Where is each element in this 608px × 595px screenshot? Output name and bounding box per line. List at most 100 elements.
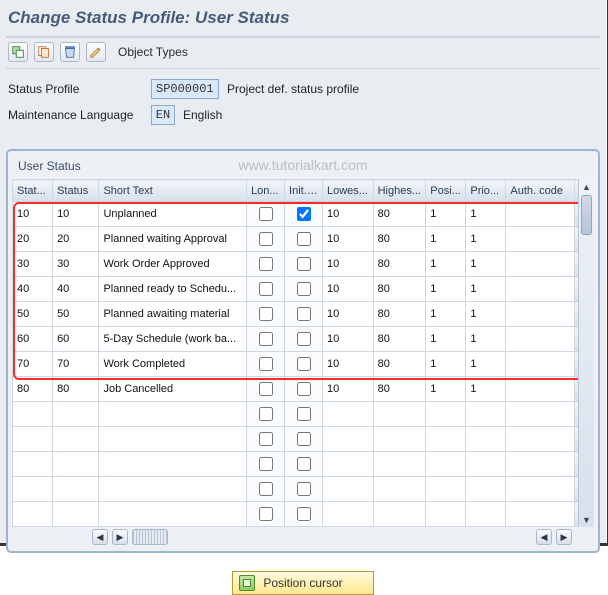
col-priority[interactable]: Prio... [466, 180, 506, 202]
table-cell[interactable]: 1 [466, 227, 506, 252]
table-cell[interactable] [373, 502, 426, 527]
table-cell[interactable]: 1 [466, 252, 506, 277]
long-text-checkbox[interactable] [259, 482, 273, 496]
initial-status-checkbox[interactable] [297, 357, 311, 371]
hscroll-right-2[interactable]: ▶ [556, 529, 572, 545]
table-cell[interactable] [466, 452, 506, 477]
table-cell[interactable]: Unplanned [99, 202, 247, 227]
table-cell[interactable] [373, 427, 426, 452]
table-cell[interactable] [506, 377, 575, 402]
table-cell[interactable]: Job Cancelled [99, 377, 247, 402]
col-statnr[interactable]: Stat... [13, 180, 53, 202]
position-cursor-button[interactable]: Position cursor [232, 571, 373, 595]
table-cell[interactable]: 1 [426, 327, 466, 352]
table-cell[interactable]: 1 [466, 202, 506, 227]
table-cell[interactable]: 10 [322, 277, 373, 302]
table-cell[interactable] [285, 477, 323, 502]
initial-status-checkbox[interactable] [297, 307, 311, 321]
table-cell[interactable]: Work Order Approved [99, 252, 247, 277]
col-status[interactable]: Status [53, 180, 99, 202]
table-cell[interactable]: 10 [322, 227, 373, 252]
table-cell[interactable] [285, 302, 323, 327]
table-cell[interactable] [247, 327, 285, 352]
table-cell[interactable]: 1 [466, 327, 506, 352]
table-cell[interactable] [506, 352, 575, 377]
table-cell[interactable]: 80 [373, 227, 426, 252]
table-cell[interactable] [506, 452, 575, 477]
table-cell[interactable]: 60 [13, 327, 53, 352]
scroll-up-arrow[interactable]: ▲ [579, 179, 594, 194]
table-row[interactable] [13, 477, 594, 502]
table-cell[interactable] [53, 452, 99, 477]
table-row[interactable]: 60605-Day Schedule (work ba...108011 [13, 327, 594, 352]
initial-status-checkbox[interactable] [297, 407, 311, 421]
table-cell[interactable] [247, 452, 285, 477]
long-text-checkbox[interactable] [259, 332, 273, 346]
user-status-table[interactable]: Stat... Status Short Text Lon... Init. .… [12, 179, 594, 527]
change-icon[interactable] [86, 42, 106, 62]
table-cell[interactable]: 80 [373, 302, 426, 327]
table-cell[interactable] [466, 502, 506, 527]
table-cell[interactable]: Work Completed [99, 352, 247, 377]
table-cell[interactable]: 40 [53, 277, 99, 302]
table-row[interactable]: 3030Work Order Approved108011 [13, 252, 594, 277]
table-cell[interactable]: Planned awaiting material [99, 302, 247, 327]
table-cell[interactable]: 1 [426, 227, 466, 252]
long-text-checkbox[interactable] [259, 232, 273, 246]
table-cell[interactable]: 10 [322, 302, 373, 327]
table-cell[interactable]: 40 [13, 277, 53, 302]
table-cell[interactable] [426, 427, 466, 452]
table-cell[interactable]: 1 [426, 252, 466, 277]
vertical-scrollbar[interactable]: ▲ ▼ [578, 179, 594, 527]
table-cell[interactable] [53, 402, 99, 427]
initial-status-checkbox[interactable] [297, 482, 311, 496]
table-cell[interactable] [53, 477, 99, 502]
table-cell[interactable] [285, 252, 323, 277]
table-cell[interactable]: 80 [13, 377, 53, 402]
hscroll-right-1[interactable]: ▶ [112, 529, 128, 545]
long-text-checkbox[interactable] [259, 507, 273, 521]
table-cell[interactable] [506, 277, 575, 302]
table-cell[interactable] [247, 202, 285, 227]
col-long[interactable]: Lon... [247, 180, 285, 202]
table-cell[interactable]: 70 [53, 352, 99, 377]
initial-status-checkbox[interactable] [297, 432, 311, 446]
table-cell[interactable]: 5-Day Schedule (work ba... [99, 327, 247, 352]
table-cell[interactable] [247, 227, 285, 252]
table-cell[interactable] [247, 377, 285, 402]
table-cell[interactable] [322, 452, 373, 477]
delete-icon[interactable] [60, 42, 80, 62]
table-cell[interactable]: 10 [322, 252, 373, 277]
table-cell[interactable]: 20 [53, 227, 99, 252]
table-cell[interactable] [322, 427, 373, 452]
table-cell[interactable] [285, 377, 323, 402]
table-cell[interactable] [506, 252, 575, 277]
table-cell[interactable] [247, 502, 285, 527]
table-cell[interactable] [53, 502, 99, 527]
table-cell[interactable] [285, 427, 323, 452]
table-cell[interactable]: 80 [373, 352, 426, 377]
table-cell[interactable]: Planned waiting Approval [99, 227, 247, 252]
table-cell[interactable] [247, 302, 285, 327]
table-cell[interactable] [373, 452, 426, 477]
table-cell[interactable] [13, 477, 53, 502]
table-cell[interactable]: 10 [322, 327, 373, 352]
table-cell[interactable]: 60 [53, 327, 99, 352]
scroll-thumb[interactable] [581, 195, 592, 235]
table-cell[interactable] [506, 227, 575, 252]
col-position[interactable]: Posi... [426, 180, 466, 202]
long-text-checkbox[interactable] [259, 457, 273, 471]
other-object-icon[interactable] [8, 42, 28, 62]
table-cell[interactable]: 1 [426, 352, 466, 377]
table-cell[interactable] [247, 352, 285, 377]
table-cell[interactable] [506, 302, 575, 327]
table-cell[interactable]: 10 [13, 202, 53, 227]
table-cell[interactable] [285, 352, 323, 377]
table-cell[interactable] [285, 202, 323, 227]
col-auth[interactable]: Auth. code [506, 180, 575, 202]
table-cell[interactable] [247, 252, 285, 277]
long-text-checkbox[interactable] [259, 307, 273, 321]
table-row[interactable]: 4040Planned ready to Schedu...108011 [13, 277, 594, 302]
table-row[interactable]: 1010Unplanned108011 [13, 202, 594, 227]
table-cell[interactable]: 1 [466, 377, 506, 402]
